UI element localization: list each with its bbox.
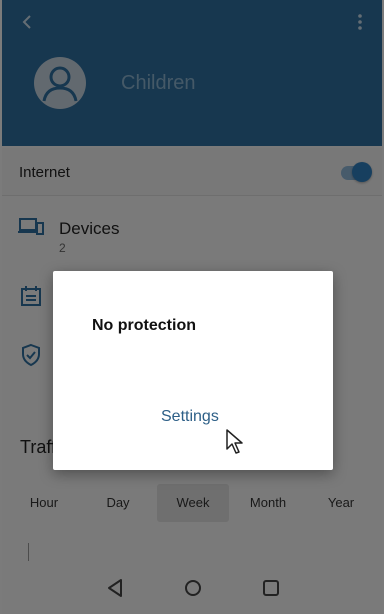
no-protection-dialog: No protection Settings — [53, 271, 333, 470]
mouse-cursor-icon — [226, 429, 243, 454]
circle-home-icon[interactable] — [182, 577, 204, 599]
system-nav-bar — [2, 561, 382, 614]
settings-button[interactable]: Settings — [161, 408, 219, 426]
square-recents-icon[interactable] — [260, 577, 282, 599]
triangle-back-icon[interactable] — [104, 577, 126, 599]
dialog-title: No protection — [92, 317, 196, 334]
app-screen: Children Internet Devices 2 Traffic Hour… — [2, 0, 382, 614]
